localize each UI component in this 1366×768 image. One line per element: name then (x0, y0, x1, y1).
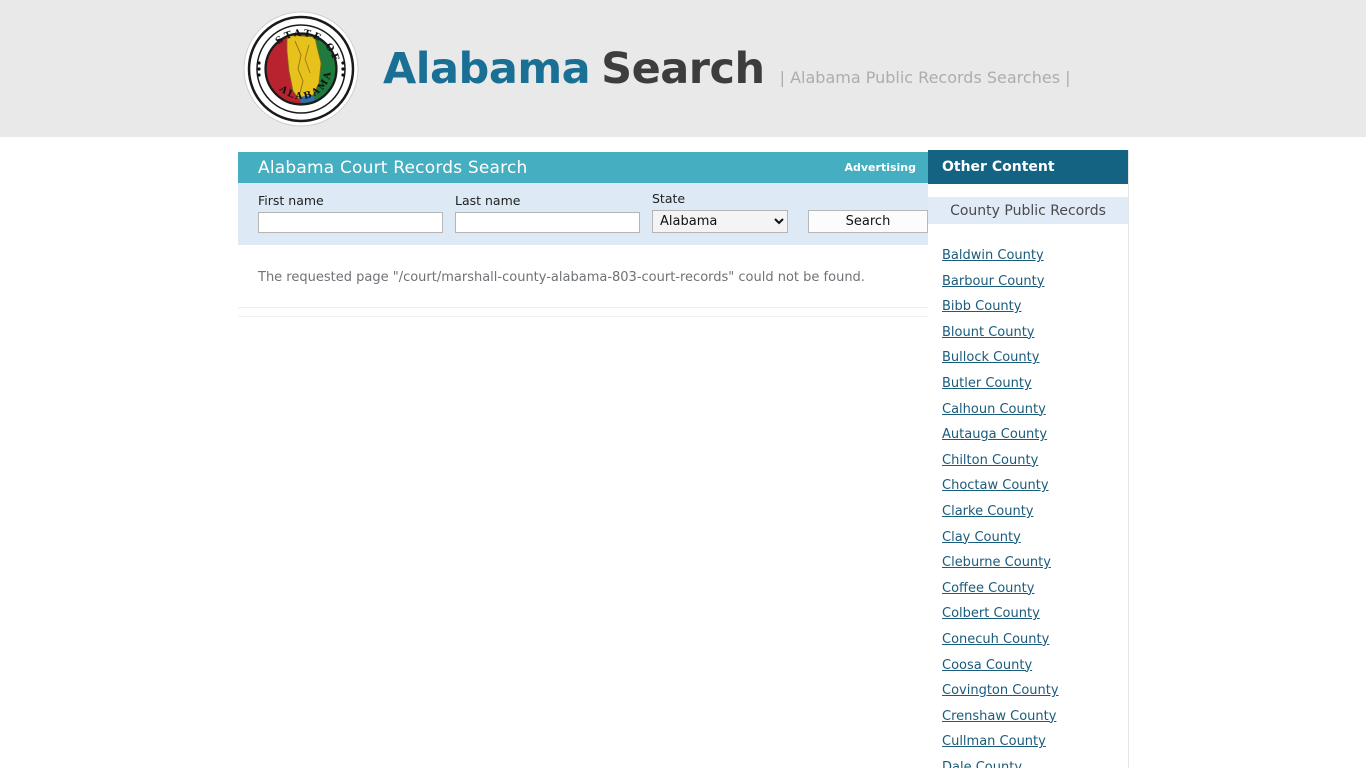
first-name-field-group: First name (258, 193, 443, 233)
list-item: Barbour County (942, 270, 1128, 289)
page-title: Alabama Court Records Search (258, 157, 528, 178)
search-button[interactable]: Search (808, 210, 928, 233)
list-item: Chilton County (942, 449, 1128, 468)
list-item: Covington County (942, 679, 1128, 698)
list-item: Bibb County (942, 295, 1128, 314)
list-item: Clarke County (942, 500, 1128, 519)
list-item: Choctaw County (942, 474, 1128, 493)
list-item: Baldwin County (942, 244, 1128, 263)
county-public-records-heading: County Public Records (928, 197, 1128, 224)
list-item: Bullock County (942, 346, 1128, 365)
last-name-input[interactable] (455, 212, 640, 233)
panel-header: Alabama Court Records Search Advertising (238, 152, 928, 183)
state-field-group: State Alabama (652, 191, 788, 233)
sidebar-header: Other Content (928, 150, 1128, 184)
sidebar-header-title: Other Content (942, 159, 1055, 175)
county-link[interactable]: Cullman County (942, 734, 1046, 749)
county-link[interactable]: Crenshaw County (942, 709, 1056, 724)
list-item: Cullman County (942, 730, 1128, 749)
last-name-field-group: Last name (455, 193, 640, 233)
error-message: The requested page "/court/marshall-coun… (258, 270, 865, 285)
site-tagline: | Alabama Public Records Searches | (779, 67, 1071, 87)
court-records-search-panel: Alabama Court Records Search Advertising… (238, 152, 928, 317)
county-link[interactable]: Chilton County (942, 453, 1038, 468)
county-link[interactable]: Bibb County (942, 299, 1021, 314)
list-item: Calhoun County (942, 398, 1128, 417)
county-link[interactable]: Covington County (942, 683, 1059, 698)
list-item: Colbert County (942, 602, 1128, 621)
state-select[interactable]: Alabama (652, 210, 788, 233)
county-link[interactable]: Bullock County (942, 350, 1039, 365)
advertising-label: Advertising (844, 161, 917, 174)
county-link[interactable]: Calhoun County (942, 402, 1046, 417)
county-link[interactable]: Choctaw County (942, 478, 1049, 493)
first-name-label: First name (258, 193, 324, 208)
county-link[interactable]: Baldwin County (942, 248, 1044, 263)
county-link[interactable]: Coffee County (942, 581, 1034, 596)
state-seal-icon: STATE OF ALABAMA (243, 11, 359, 126)
last-name-label: Last name (455, 193, 521, 208)
logo-word-alabama: Alabama (383, 43, 591, 94)
list-item: Butler County (942, 372, 1128, 391)
county-link[interactable]: Conecuh County (942, 632, 1049, 647)
first-name-input[interactable] (258, 212, 443, 233)
other-content-sidebar: Other Content County Public Records Bald… (928, 150, 1129, 768)
sidebar-spacer (928, 184, 1128, 197)
message-area: The requested page "/court/marshall-coun… (238, 245, 928, 308)
list-item: Cleburne County (942, 551, 1128, 570)
county-list: Baldwin County Barbour County Bibb County B… (928, 224, 1128, 768)
county-link[interactable]: Colbert County (942, 606, 1040, 621)
header-inner: STATE OF ALABAMA Alabama Search | Alabam… (238, 0, 1071, 137)
list-item: Dale County (942, 756, 1128, 768)
county-link[interactable]: Cleburne County (942, 555, 1051, 570)
county-link[interactable]: Coosa County (942, 658, 1032, 673)
list-item: Coffee County (942, 577, 1128, 596)
state-label: State (652, 191, 686, 206)
list-item: Blount County (942, 321, 1128, 340)
county-link[interactable]: Barbour County (942, 274, 1044, 289)
list-item: Autauga County (942, 423, 1128, 442)
list-item: Clay County (942, 526, 1128, 545)
list-item: Coosa County (942, 654, 1128, 673)
county-link[interactable]: Clay County (942, 530, 1021, 545)
logo-word-search: Search (601, 43, 765, 94)
list-item: Crenshaw County (942, 705, 1128, 724)
state-seal-logo: STATE OF ALABAMA (243, 11, 359, 127)
county-link[interactable]: Dale County (942, 760, 1022, 768)
county-link[interactable]: Autauga County (942, 427, 1047, 442)
search-form: First name Last name State Alabama Searc… (238, 183, 928, 245)
site-header: STATE OF ALABAMA Alabama Search | Alabam… (0, 0, 1366, 137)
county-link[interactable]: Clarke County (942, 504, 1034, 519)
list-item: Conecuh County (942, 628, 1128, 647)
county-link[interactable]: Butler County (942, 376, 1032, 391)
panel-footer (238, 308, 928, 317)
county-link[interactable]: Blount County (942, 325, 1035, 340)
site-logotype[interactable]: Alabama Search | Alabama Public Records … (383, 44, 1071, 94)
